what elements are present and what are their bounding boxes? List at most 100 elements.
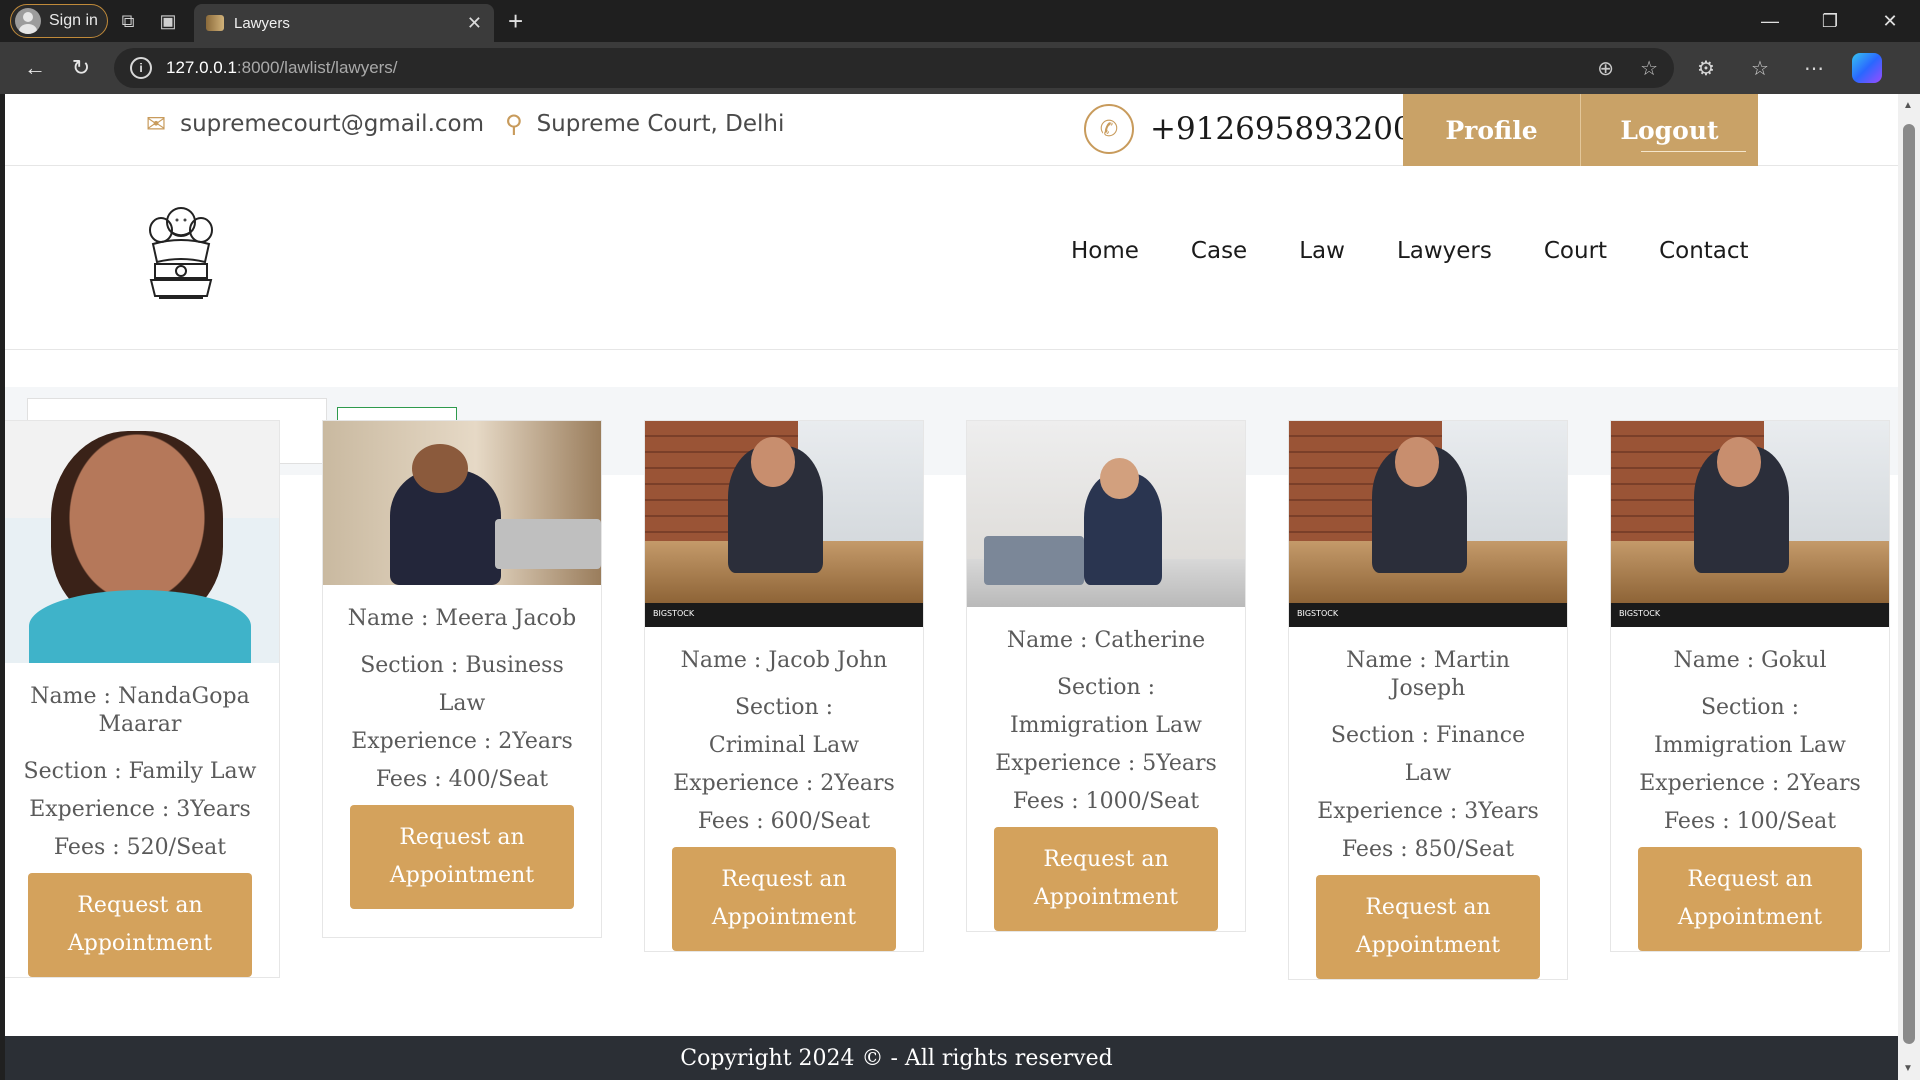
lawyer-card: BIGSTOCK Name : Jacob John Section : Cri…	[644, 420, 924, 952]
nav-case[interactable]: Case	[1191, 238, 1247, 264]
nav-law[interactable]: Law	[1299, 238, 1345, 264]
minimize-icon[interactable]: —	[1740, 0, 1800, 42]
top-info-bar: ✉ supremecourt@gmail.com ⚲ Supreme Court…	[5, 94, 1898, 166]
nav-links: Home Case Law Lawyers Court Contact	[1071, 238, 1749, 264]
copilot-icon[interactable]	[1852, 53, 1882, 83]
location-text: Supreme Court, Delhi	[536, 111, 785, 137]
logout-button[interactable]: Logout	[1580, 94, 1758, 166]
more-menu-icon[interactable]: ⋯	[1794, 56, 1834, 81]
favorites-icon[interactable]: ☆	[1740, 56, 1780, 81]
site-info-icon[interactable]: i	[130, 57, 152, 79]
lawyer-name: Name : Gokul	[1673, 648, 1827, 673]
lawyer-photo	[5, 421, 279, 663]
nav-court[interactable]: Court	[1544, 238, 1607, 264]
page-viewport: ✉ supremecourt@gmail.com ⚲ Supreme Court…	[5, 94, 1898, 1080]
zoom-icon[interactable]: ⊕	[1597, 56, 1614, 81]
nav-lawyers[interactable]: Lawyers	[1397, 238, 1492, 264]
tab-actions-icon[interactable]: ▣	[148, 1, 188, 41]
lawyer-experience: Experience : 2Years	[1639, 771, 1861, 796]
lawyer-fees: Fees : 400/Seat	[375, 767, 549, 792]
photo-watermark: BIGSTOCK	[1289, 603, 1567, 627]
tab-close-icon[interactable]: ✕	[467, 13, 482, 34]
lawyer-experience: Experience : 3Years	[29, 797, 251, 822]
window-close-icon[interactable]: ✕	[1860, 0, 1920, 42]
browser-tab-lawyers[interactable]: Lawyers ✕	[194, 4, 494, 42]
lawyer-section: Section : Immigration Law	[1009, 675, 1202, 738]
email-text: supremecourt@gmail.com	[180, 111, 485, 137]
lawyer-photo	[323, 421, 601, 585]
url-host: 127.0.0.1	[166, 58, 237, 77]
signin-button[interactable]: Sign in	[10, 4, 108, 38]
lawyer-fees: Fees : 850/Seat	[1341, 837, 1515, 862]
lawyer-name: Name : Meera Jacob	[347, 606, 577, 631]
browser-address-bar: ← ↻ i 127.0.0.1:8000/lawlist/lawyers/ ⊕ …	[0, 42, 1920, 94]
profile-avatar-icon	[15, 8, 41, 34]
lawyer-card: BIGSTOCK Name : Gokul Section : Immigrat…	[1610, 420, 1890, 952]
page-footer: Copyright 2024 © - All rights reserved	[5, 1036, 1898, 1080]
lawyer-photo: BIGSTOCK	[1611, 421, 1889, 627]
favorite-star-icon[interactable]: ☆	[1640, 56, 1658, 81]
nav-home[interactable]: Home	[1071, 238, 1139, 264]
phone-number: +912695893200	[1150, 111, 1413, 147]
request-appointment-button[interactable]: Request an Appointment	[350, 805, 574, 909]
extensions-icon[interactable]: ⚙	[1686, 56, 1726, 81]
reload-icon[interactable]: ↻	[58, 45, 104, 91]
lawyer-name: Name : Martin Joseph	[1346, 648, 1510, 701]
lawyer-name: Name : Jacob John	[680, 648, 888, 673]
lawyer-experience: Experience : 5Years	[995, 751, 1217, 776]
scroll-up-icon[interactable]: ▲	[1903, 100, 1913, 111]
nav-contact[interactable]: Contact	[1659, 238, 1748, 264]
lawyer-photo: BIGSTOCK	[645, 421, 923, 627]
request-appointment-button[interactable]: Request an Appointment	[1316, 875, 1540, 979]
lawyer-section: Section : Criminal Law	[708, 695, 860, 758]
lawyer-fees: Fees : 1000/Seat	[1012, 789, 1200, 814]
url-field[interactable]: i 127.0.0.1:8000/lawlist/lawyers/ ⊕ ☆	[114, 48, 1674, 88]
request-appointment-button[interactable]: Request an Appointment	[672, 847, 896, 951]
browser-tab-bar: Sign in ⧉ ▣ Lawyers ✕ + — ❐ ✕	[0, 0, 1920, 42]
request-appointment-button[interactable]: Request an Appointment	[994, 827, 1218, 931]
restore-icon[interactable]: ❐	[1800, 0, 1860, 42]
email-contact: ✉ supremecourt@gmail.com	[146, 110, 484, 138]
lawyer-card: Name : Catherine Section : Immigration L…	[966, 420, 1246, 932]
lawyer-fees: Fees : 520/Seat	[53, 835, 227, 860]
lawyer-name: Name : Catherine	[1006, 628, 1206, 653]
lawyer-section: Section : Finance Law	[1330, 723, 1526, 786]
national-emblem-logo[interactable]	[145, 200, 217, 310]
tab-title: Lawyers	[234, 14, 290, 32]
lawyer-name: Name : NandaGopa Maarar	[30, 684, 250, 737]
workspaces-icon[interactable]: ⧉	[108, 1, 148, 41]
url-path: :8000/lawlist/lawyers/	[236, 58, 398, 77]
back-icon[interactable]: ←	[12, 45, 58, 91]
new-tab-icon[interactable]: +	[508, 6, 523, 37]
lawyer-photo	[967, 421, 1245, 607]
lawyer-section: Section : Business Law	[360, 653, 564, 716]
lawyer-experience: Experience : 3Years	[1317, 799, 1539, 824]
lawyer-fees: Fees : 600/Seat	[697, 809, 871, 834]
tab-favicon-icon	[206, 15, 224, 31]
location-contact: ⚲ Supreme Court, Delhi	[505, 110, 784, 138]
lawyer-experience: Experience : 2Years	[673, 771, 895, 796]
envelope-icon: ✉	[146, 110, 167, 138]
main-navbar: Home Case Law Lawyers Court Contact	[5, 166, 1898, 350]
lawyer-card: Name : NandaGopa Maarar Section : Family…	[5, 420, 280, 978]
auth-buttons: Profile Logout	[1403, 94, 1758, 166]
phone-icon: ✆	[1084, 104, 1134, 154]
lawyer-section: Section : Family Law	[23, 759, 257, 784]
page-scrollbar[interactable]: ▲ ▼	[1898, 94, 1920, 1080]
signin-label: Sign in	[49, 12, 98, 29]
photo-watermark: BIGSTOCK	[645, 603, 923, 627]
photo-watermark: BIGSTOCK	[1611, 603, 1889, 627]
request-appointment-button[interactable]: Request an Appointment	[1638, 847, 1862, 951]
lawyer-card: Name : Meera Jacob Section : Business La…	[322, 420, 602, 938]
lawyer-photo: BIGSTOCK	[1289, 421, 1567, 627]
lawyer-experience: Experience : 2Years	[351, 729, 573, 754]
profile-button[interactable]: Profile	[1403, 94, 1580, 166]
request-appointment-button[interactable]: Request an Appointment	[28, 873, 252, 977]
map-pin-icon: ⚲	[505, 110, 523, 138]
scroll-down-icon[interactable]: ▼	[1903, 1063, 1913, 1074]
phone-contact: ✆ +912695893200	[1084, 104, 1413, 154]
scrollbar-thumb[interactable]	[1903, 124, 1915, 1044]
lawyer-fees: Fees : 100/Seat	[1663, 809, 1837, 834]
lawyer-section: Section : Immigration Law	[1653, 695, 1846, 758]
window-controls: — ❐ ✕	[1740, 0, 1920, 42]
